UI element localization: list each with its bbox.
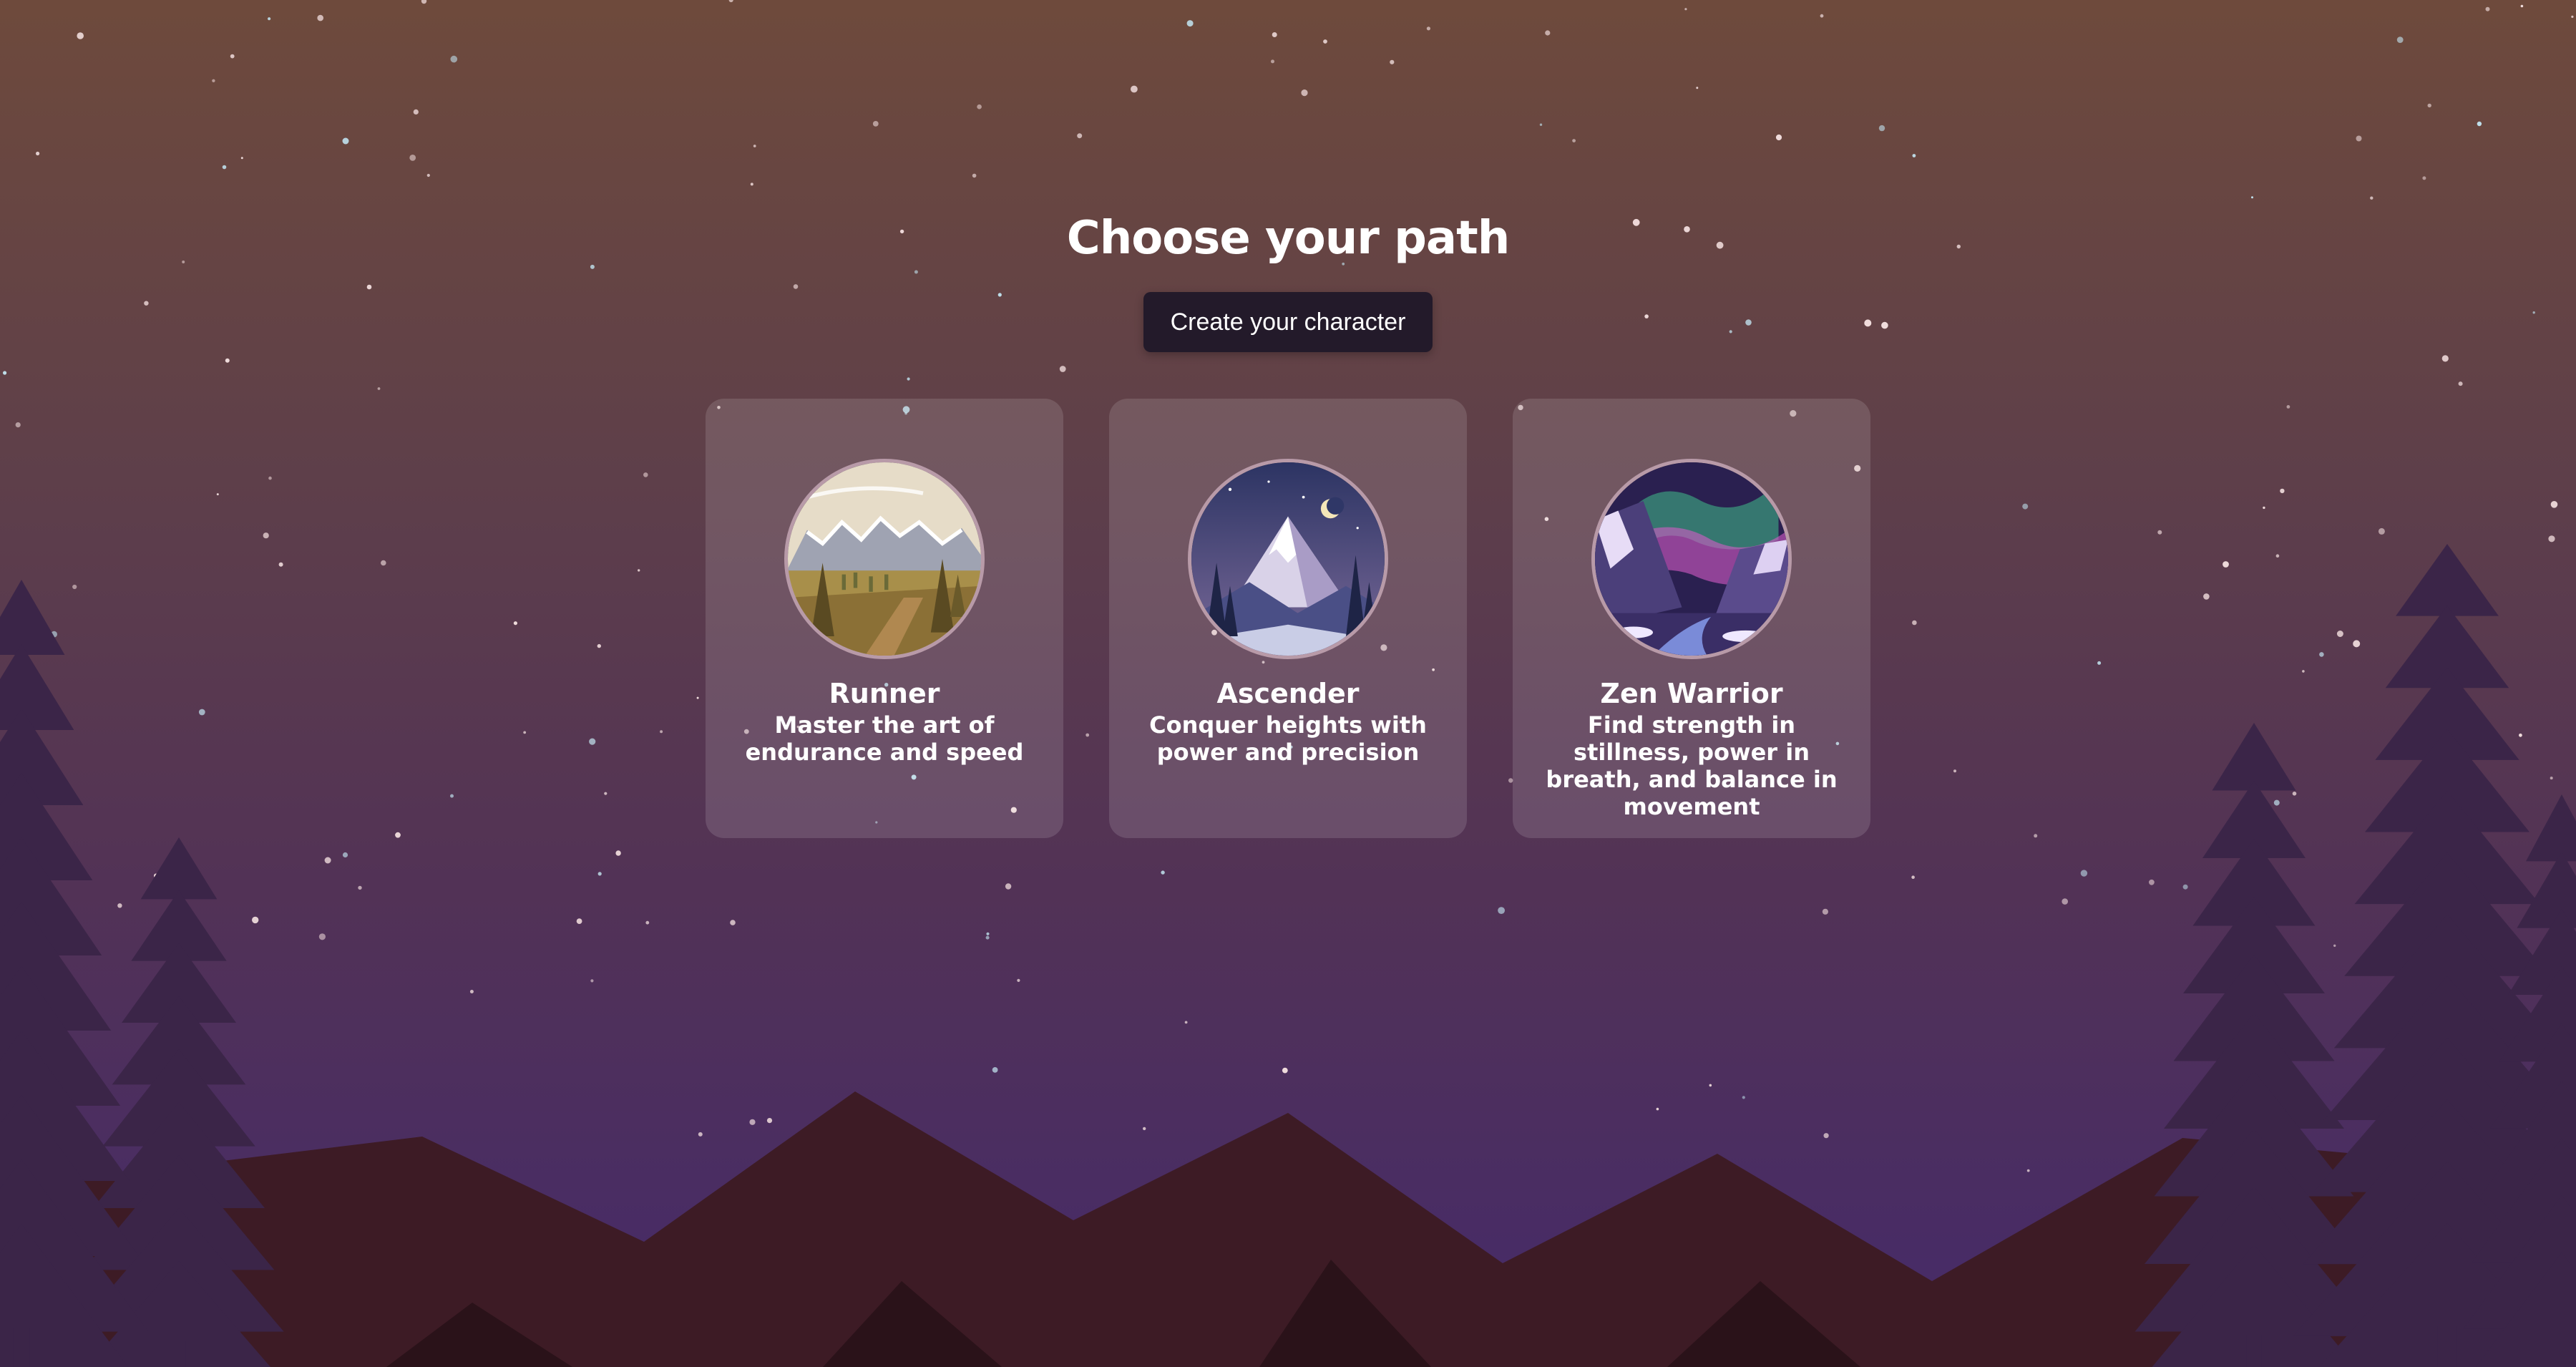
path-name: Runner bbox=[829, 678, 940, 709]
valley-landscape-icon bbox=[784, 459, 985, 659]
path-name: Ascender bbox=[1216, 678, 1360, 709]
path-card-ascender[interactable]: Ascender Conquer heights with power and … bbox=[1109, 399, 1467, 838]
path-card-runner[interactable]: Runner Master the art of endurance and s… bbox=[706, 399, 1063, 838]
mountain-peak-icon bbox=[1188, 459, 1388, 659]
aurora-mountains-icon bbox=[1591, 459, 1792, 659]
create-character-button[interactable]: Create your character bbox=[1143, 292, 1433, 352]
path-description: Master the art of endurance and speed bbox=[745, 711, 1024, 766]
path-selection-screen: Choose your path Create your character R… bbox=[0, 0, 2576, 1367]
path-card-zen-warrior[interactable]: Zen Warrior Find strength in stillness, … bbox=[1513, 399, 1870, 838]
page-title: Choose your path bbox=[1066, 212, 1511, 265]
path-description: Conquer heights with power and precision bbox=[1149, 711, 1427, 766]
path-name: Zen Warrior bbox=[1600, 678, 1783, 709]
path-description: Find strength in stillness, power in bre… bbox=[1546, 711, 1838, 820]
